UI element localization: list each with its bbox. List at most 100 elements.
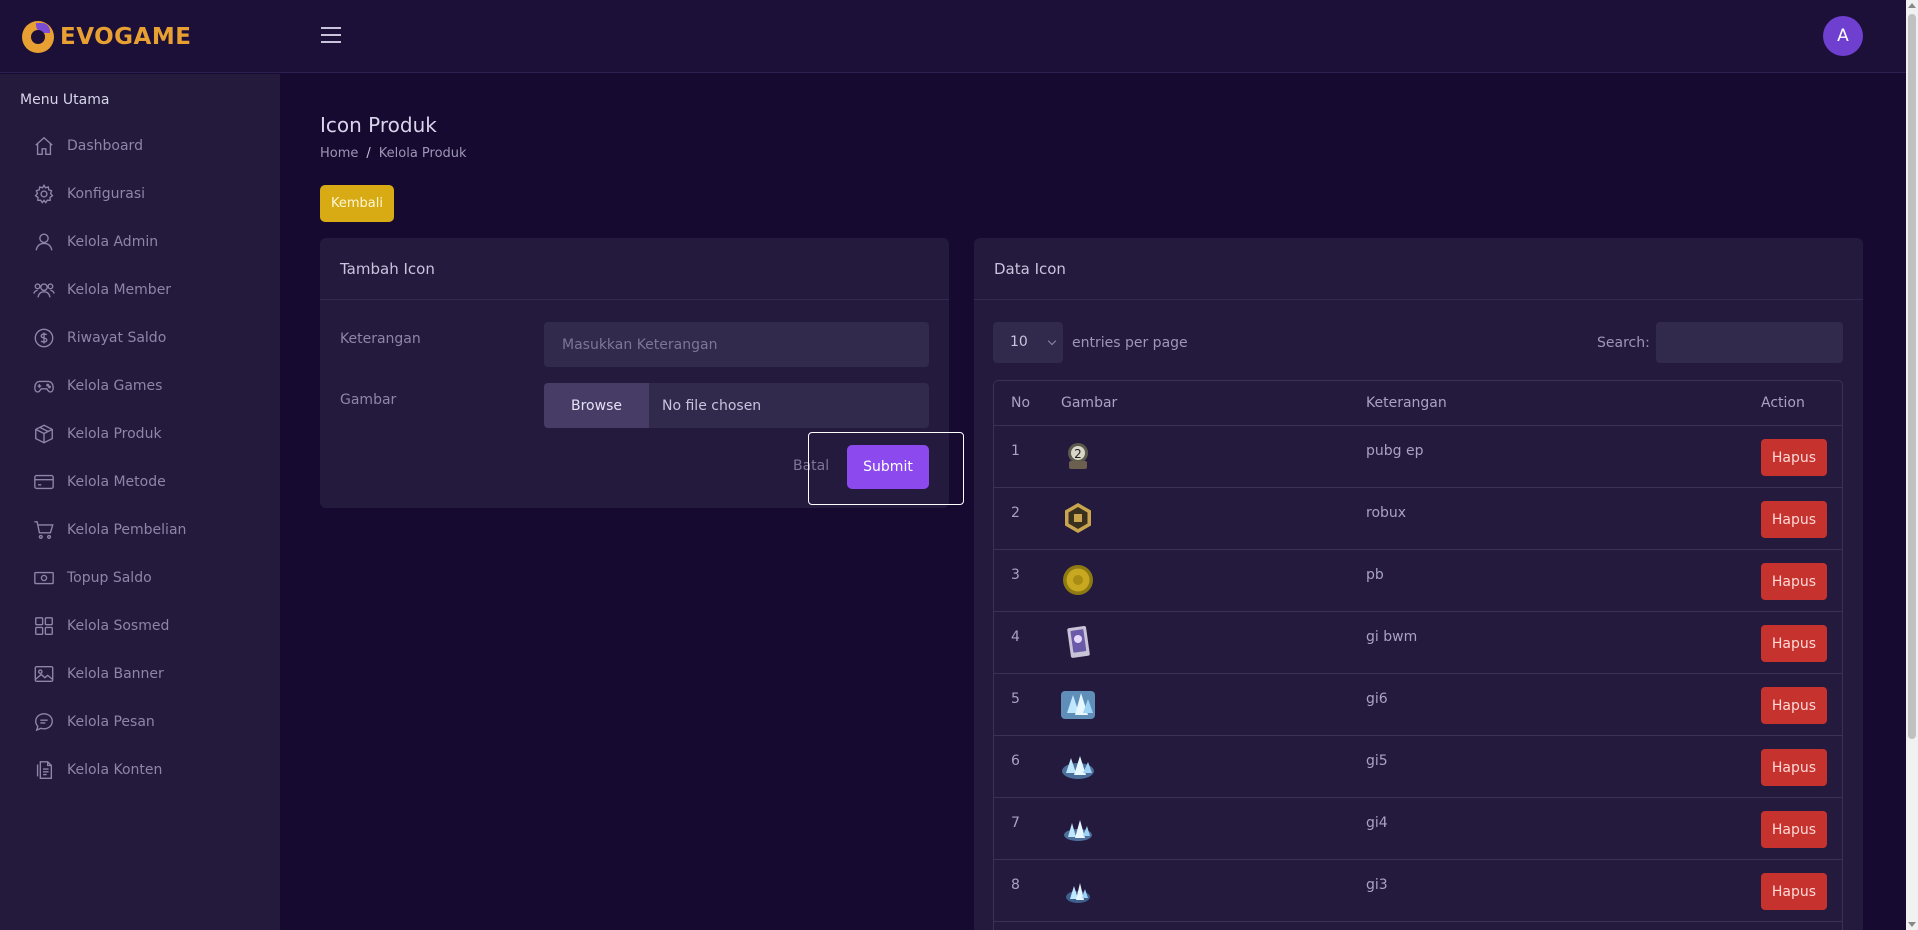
row-keterangan: gi4 bbox=[1366, 815, 1388, 831]
table-header: No Gambar Keterangan Action bbox=[994, 381, 1842, 426]
sidebar-item-label: Kelola Games bbox=[67, 378, 163, 394]
sidebar-item-kelola-konten[interactable]: Kelola Konten bbox=[33, 758, 162, 782]
sidebar-item-dashboard[interactable]: Dashboard bbox=[33, 134, 143, 158]
scrollbar-thumb[interactable] bbox=[1908, 14, 1916, 739]
sidebar-item-label: Kelola Admin bbox=[67, 234, 159, 250]
sidebar-item-riwayat-saldo[interactable]: Riwayat Saldo bbox=[33, 326, 166, 350]
delete-button[interactable]: Hapus bbox=[1761, 811, 1827, 848]
box-icon bbox=[35, 424, 53, 444]
gi5-crystals-icon bbox=[1061, 749, 1095, 783]
sidebar-item-topup-saldo[interactable]: Topup Saldo bbox=[33, 566, 152, 590]
row-keterangan: pubg ep bbox=[1366, 443, 1424, 459]
sidebar-item-kelola-banner[interactable]: Kelola Banner bbox=[33, 662, 164, 686]
column-header-gambar[interactable]: Gambar bbox=[1061, 395, 1117, 411]
page-scrollbar[interactable] bbox=[1906, 0, 1918, 930]
delete-button[interactable]: Hapus bbox=[1761, 687, 1827, 724]
table-row: 2 robux Hapus bbox=[994, 488, 1842, 550]
sidebar-item-kelola-admin[interactable]: Kelola Admin bbox=[33, 230, 158, 254]
gi6-crystals-icon bbox=[1061, 687, 1095, 721]
cash-icon bbox=[34, 571, 54, 585]
sidebar-item-kelola-games[interactable]: Kelola Games bbox=[33, 374, 162, 398]
delete-button[interactable]: Hapus bbox=[1761, 873, 1827, 910]
browse-button[interactable]: Browse bbox=[544, 383, 649, 428]
sidebar-item-label: Konfigurasi bbox=[67, 186, 146, 202]
gi-bwm-icon bbox=[1061, 625, 1095, 659]
entries-label: entries per page bbox=[1072, 335, 1188, 351]
sidebar-item-kelola-pembelian[interactable]: Kelola Pembelian bbox=[33, 518, 186, 542]
data-icon-card-title: Data Icon bbox=[974, 238, 1863, 300]
delete-button[interactable]: Hapus bbox=[1761, 501, 1827, 538]
submit-button[interactable]: Submit bbox=[847, 445, 929, 489]
row-keterangan: robux bbox=[1366, 505, 1407, 521]
sidebar-item-label: Kelola Konten bbox=[67, 762, 163, 778]
row-keterangan: gi6 bbox=[1366, 691, 1388, 707]
row-number: 5 bbox=[1011, 691, 1020, 707]
scroll-up-icon[interactable] bbox=[1908, 3, 1916, 8]
chat-icon bbox=[35, 713, 53, 732]
row-keterangan: gi5 bbox=[1366, 753, 1388, 769]
breadcrumb-current: Kelola Produk bbox=[378, 146, 467, 161]
back-button[interactable]: Kembali bbox=[320, 185, 394, 222]
add-icon-card-title: Tambah Icon bbox=[320, 238, 949, 300]
table-row: 7 gi4 Hapus bbox=[994, 798, 1842, 860]
sidebar-item-label: Dashboard bbox=[67, 138, 143, 154]
cart-icon bbox=[34, 521, 54, 539]
sidebar-item-label: Kelola Sosmed bbox=[67, 618, 170, 634]
grid-icon bbox=[35, 617, 53, 635]
sidebar-item-label: Kelola Produk bbox=[67, 426, 162, 442]
sidebar-item-label: Topup Saldo bbox=[67, 570, 152, 586]
breadcrumb-separator: / bbox=[366, 146, 371, 161]
column-header-keterangan[interactable]: Keterangan bbox=[1366, 395, 1447, 411]
sidebar-title: Menu Utama bbox=[20, 92, 110, 108]
row-number: 6 bbox=[1011, 753, 1020, 769]
delete-button[interactable]: Hapus bbox=[1761, 439, 1827, 476]
row-keterangan: pb bbox=[1366, 567, 1384, 583]
sidebar-item-konfigurasi[interactable]: Konfigurasi bbox=[33, 182, 145, 206]
entries-value: 10 bbox=[1010, 334, 1028, 350]
sidebar-item-label: Kelola Banner bbox=[67, 666, 164, 682]
sidebar-item-label: Kelola Metode bbox=[67, 474, 166, 490]
image-icon bbox=[34, 665, 54, 683]
column-header-no[interactable]: No bbox=[1011, 395, 1030, 411]
row-number: 8 bbox=[1011, 877, 1020, 893]
column-header-action[interactable]: Action bbox=[1761, 395, 1805, 411]
sidebar-item-kelola-metode[interactable]: Kelola Metode bbox=[33, 470, 166, 494]
brand-logo-icon bbox=[22, 21, 54, 53]
breadcrumb: Home / Kelola Produk bbox=[320, 146, 467, 161]
sidebar: Menu Utama Dashboard Konfigurasi Kelola … bbox=[0, 74, 280, 930]
svg-text:2: 2 bbox=[1074, 447, 1082, 461]
sidebar-item-kelola-pesan[interactable]: Kelola Pesan bbox=[33, 710, 155, 734]
delete-button[interactable]: Hapus bbox=[1761, 563, 1827, 600]
entries-per-page-select[interactable]: 10 bbox=[993, 322, 1063, 363]
sidebar-item-kelola-member[interactable]: Kelola Member bbox=[33, 278, 171, 302]
keterangan-label: Keterangan bbox=[340, 331, 421, 347]
gambar-label: Gambar bbox=[340, 392, 397, 408]
delete-button[interactable]: Hapus bbox=[1761, 625, 1827, 662]
table-row: 1 2 pubg ep Hapus bbox=[994, 426, 1842, 488]
scroll-down-icon[interactable] bbox=[1908, 922, 1916, 927]
home-icon bbox=[35, 136, 53, 155]
gambar-file-input[interactable]: Browse No file chosen bbox=[544, 383, 929, 428]
hamburger-menu-icon[interactable] bbox=[321, 27, 341, 43]
table-row: 5 gi6 Hapus bbox=[994, 674, 1842, 736]
table-row: 3 pb Hapus bbox=[994, 550, 1842, 612]
user-avatar[interactable]: A bbox=[1823, 16, 1863, 56]
sidebar-item-label: Riwayat Saldo bbox=[67, 330, 167, 346]
delete-button[interactable]: Hapus bbox=[1761, 749, 1827, 786]
row-number: 3 bbox=[1011, 567, 1020, 583]
pb-coin-icon bbox=[1061, 563, 1095, 597]
page-title: Icon Produk bbox=[320, 113, 437, 137]
search-label: Search: bbox=[1597, 335, 1650, 351]
sidebar-item-kelola-produk[interactable]: Kelola Produk bbox=[33, 422, 162, 446]
gi4-crystals-icon bbox=[1061, 811, 1095, 845]
sidebar-item-kelola-sosmed[interactable]: Kelola Sosmed bbox=[33, 614, 169, 638]
document-icon bbox=[36, 761, 53, 779]
brand-name: EVOGAME bbox=[60, 24, 192, 50]
gamepad-icon bbox=[34, 380, 54, 393]
breadcrumb-home-link[interactable]: Home bbox=[320, 146, 358, 161]
gear-icon bbox=[34, 183, 54, 204]
keterangan-input[interactable] bbox=[544, 322, 929, 367]
brand-logo[interactable]: EVOGAME bbox=[22, 18, 191, 56]
search-input[interactable] bbox=[1656, 322, 1843, 363]
users-icon bbox=[33, 283, 55, 298]
